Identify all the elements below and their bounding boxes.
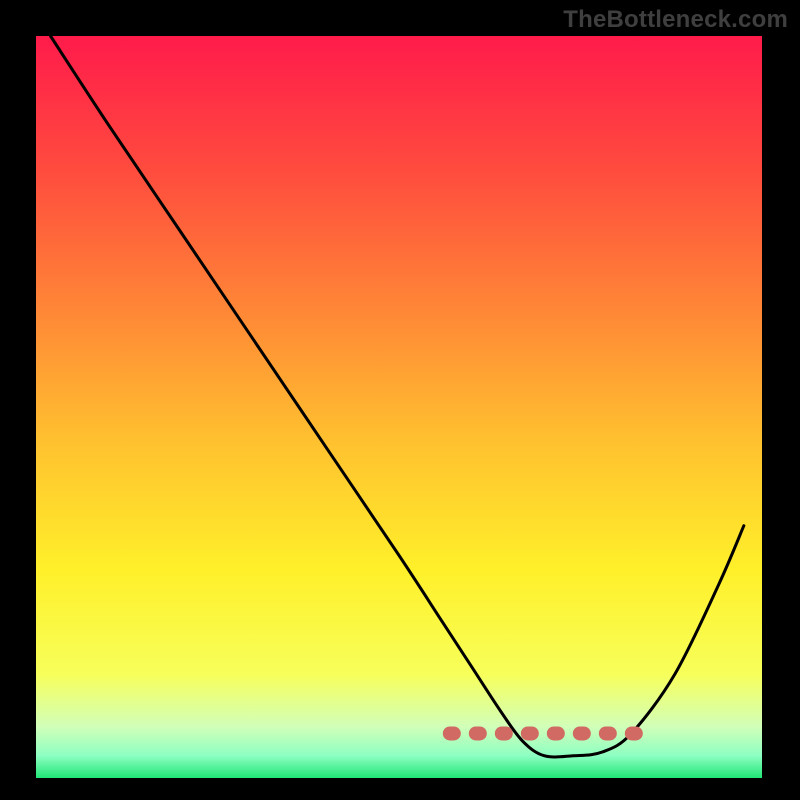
bottleneck-chart bbox=[0, 0, 800, 800]
plot-background bbox=[36, 36, 762, 778]
chart-container: TheBottleneck.com bbox=[0, 0, 800, 800]
watermark-text: TheBottleneck.com bbox=[563, 6, 788, 34]
